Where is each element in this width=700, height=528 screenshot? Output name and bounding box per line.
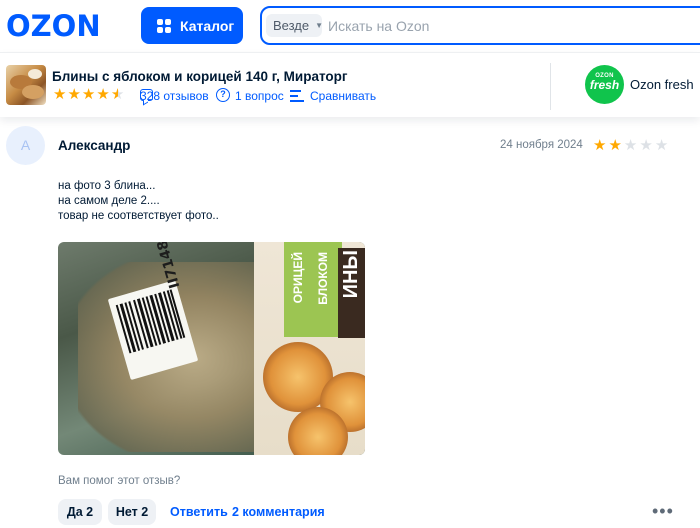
- vote-no-button[interactable]: Нет 2: [108, 499, 156, 525]
- photo-pack-title: ИНЫ: [340, 250, 362, 299]
- star-icon: ★: [81, 86, 96, 103]
- review-date: 24 ноября 2024: [500, 139, 583, 151]
- search-bar: Везде ▼: [260, 6, 700, 45]
- grid-icon: [157, 18, 171, 33]
- compare-link[interactable]: Сравнивать: [310, 89, 376, 103]
- chevron-down-icon: ▼: [315, 21, 324, 30]
- review-text-line: на фото 3 блина...: [58, 180, 156, 192]
- review-photo[interactable]: ОРИЦЕЙ БЛОКОМ ИНЫ II7148520001: [58, 242, 365, 455]
- reviews-link[interactable]: 328 отзывов: [140, 89, 209, 103]
- star-empty-icon: ★: [623, 137, 638, 154]
- ozon-fresh-logo[interactable]: OZON fresh: [585, 65, 624, 104]
- star-empty-icon: ★: [639, 137, 653, 154]
- star-icon: ★: [96, 86, 110, 103]
- product-thumbnail[interactable]: [6, 65, 46, 105]
- question-icon: ?: [216, 88, 230, 102]
- ozon-logo[interactable]: OZON: [6, 9, 101, 43]
- star-empty-icon: ★: [654, 137, 669, 154]
- compare-icon: [290, 90, 304, 102]
- product-title[interactable]: Блины с яблоком и корицей 140 г, Миратор…: [52, 69, 348, 84]
- comments-link[interactable]: 2 комментария: [232, 505, 325, 519]
- review-text-line: на самом деле 2....: [58, 195, 160, 207]
- reply-link[interactable]: Ответить: [170, 505, 228, 519]
- photo-pack-text: ОРИЦЕЙ: [291, 252, 305, 304]
- product-rating-stars: ★ ★ ★ ★ ★: [53, 87, 124, 103]
- half-star-icon: ★: [110, 86, 125, 103]
- review-text-line: товар не соответствует фото..: [58, 210, 219, 222]
- avatar: А: [6, 126, 45, 165]
- catalog-button[interactable]: Каталог: [141, 7, 243, 44]
- search-scope-label: Везде: [273, 18, 310, 33]
- star-icon: ★: [53, 86, 67, 103]
- review-rating-stars: ★ ★ ★ ★ ★: [593, 138, 668, 154]
- product-summary-bar: Блины с яблоком и корицей 140 г, Миратор…: [0, 52, 700, 117]
- search-input[interactable]: [328, 14, 688, 37]
- star-icon: ★: [67, 86, 81, 103]
- seller-name[interactable]: Ozon fresh: [630, 77, 694, 92]
- questions-link[interactable]: 1 вопрос: [235, 89, 284, 103]
- site-header: OZON Каталог Везде ▼: [0, 0, 700, 52]
- divider: [550, 63, 551, 110]
- star-icon: ★: [593, 137, 607, 154]
- helpful-question: Вам помог этот отзыв?: [58, 475, 181, 487]
- search-scope-select[interactable]: Везде ▼: [266, 14, 324, 37]
- star-icon: ★: [608, 137, 622, 154]
- photo-pack-text: БЛОКОМ: [316, 252, 330, 305]
- vote-yes-button[interactable]: Да 2: [58, 499, 102, 525]
- catalog-button-label: Каталог: [180, 17, 235, 34]
- more-options-icon[interactable]: •••: [652, 501, 674, 522]
- review-author: Александр: [58, 138, 131, 153]
